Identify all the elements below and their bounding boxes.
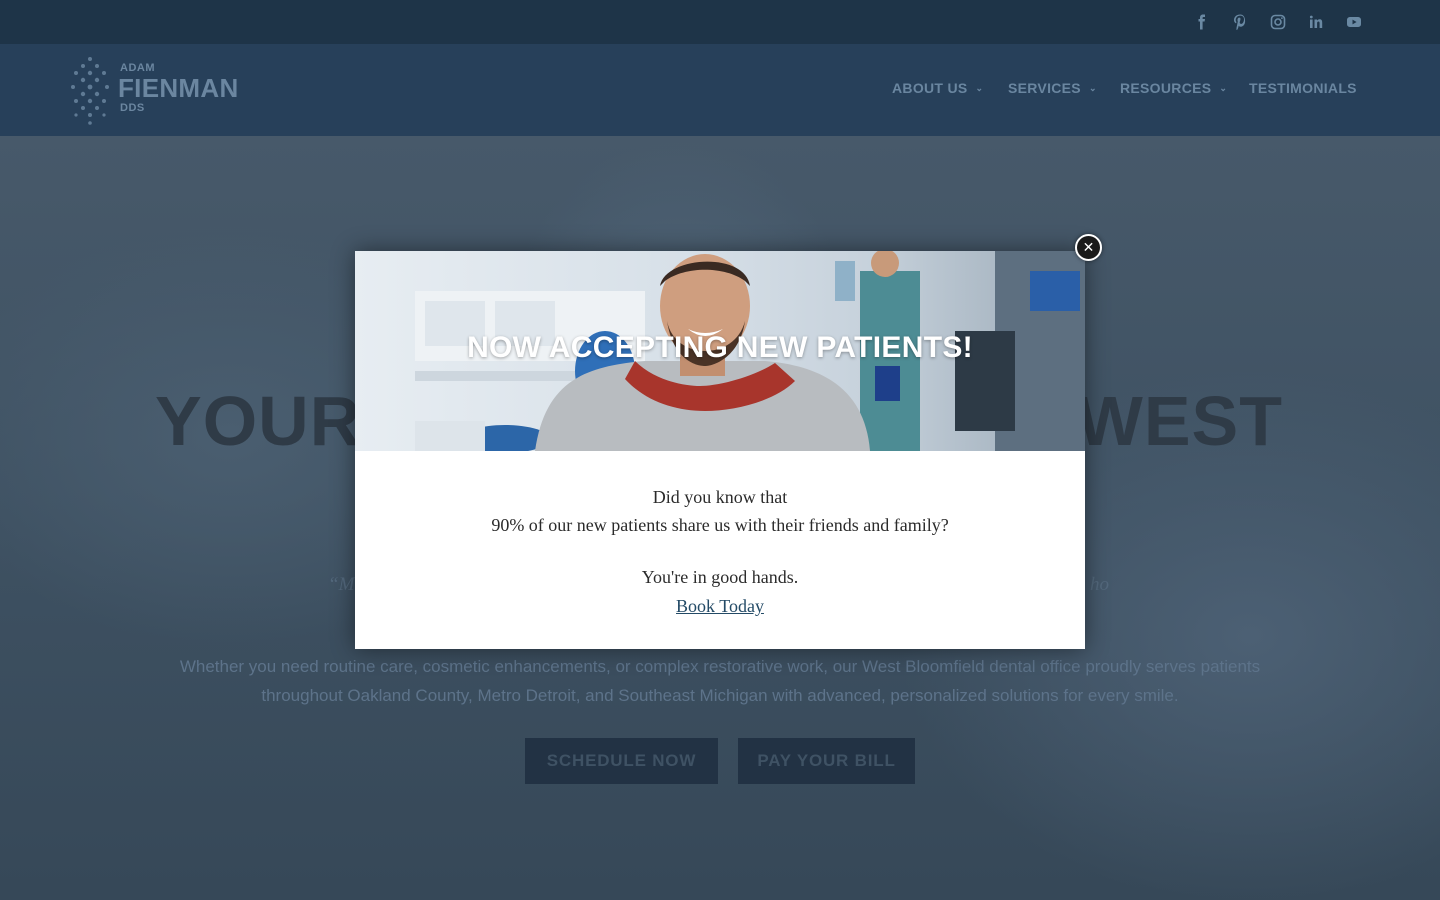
hero-title-left: YOUR	[155, 382, 362, 460]
chevron-down-icon: ⌄	[1219, 82, 1228, 93]
nav-item-testimonials[interactable]: TESTIMONIALS	[1249, 80, 1357, 96]
popup-title: NOW ACCEPTING NEW PATIENTS!	[467, 331, 973, 364]
chevron-down-icon: ⌄	[1088, 82, 1097, 93]
logo-main-text: FIENMAN	[118, 73, 239, 103]
pay-your-bill-button[interactable]: PAY YOUR BILL	[738, 738, 915, 784]
nav-item-about-us[interactable]: ABOUT US ⌄	[892, 80, 983, 96]
hero-paragraph: Whether you need routine care, cosmetic …	[179, 657, 1261, 705]
hero-quote-left: “M	[328, 574, 355, 595]
logo-dots-icon	[71, 57, 109, 125]
instagram-icon[interactable]	[1268, 12, 1288, 32]
popup-line-1: Did you know that	[652, 487, 788, 507]
nav-item-resources[interactable]: RESOURCES ⌄	[1120, 80, 1227, 96]
hero-quote-right: ho	[1090, 574, 1109, 595]
popup-banner-image: NOW ACCEPTING NEW PATIENTS!	[355, 251, 1085, 451]
youtube-icon[interactable]	[1344, 12, 1364, 32]
schedule-now-button[interactable]: SCHEDULE NOW	[525, 738, 718, 784]
popup-line-3: You're in good hands.	[641, 567, 799, 587]
nav-about-label: ABOUT US	[892, 80, 968, 96]
facebook-icon[interactable]	[1192, 12, 1212, 32]
nav-item-services[interactable]: SERVICES ⌄	[1008, 80, 1097, 96]
chevron-down-icon: ⌄	[975, 82, 984, 93]
nav-services-label: SERVICES	[1008, 80, 1081, 96]
nav-resources-label: RESOURCES	[1120, 80, 1212, 96]
new-patients-popup: NOW ACCEPTING NEW PATIENTS! Did you know…	[355, 251, 1085, 649]
pinterest-icon[interactable]	[1230, 12, 1250, 32]
popup-line-2: 90% of our new patients share us with th…	[491, 515, 949, 535]
hero-title-right: WEST	[1076, 382, 1283, 460]
site-header: ADAM FIENMAN DDS ABOUT US ⌄ SERVICES ⌄ R…	[0, 44, 1440, 136]
logo-bottom-text: DDS	[120, 102, 145, 114]
site-logo[interactable]: ADAM FIENMAN DDS	[70, 56, 260, 126]
nav-testimonials-label: TESTIMONIALS	[1249, 80, 1357, 96]
popup-body: Did you know that 90% of our new patient…	[355, 483, 1085, 620]
top-bar	[0, 0, 1440, 44]
close-icon[interactable]: ✕	[1075, 234, 1102, 261]
book-today-link[interactable]: Book Today	[676, 592, 764, 620]
linkedin-icon[interactable]	[1306, 12, 1326, 32]
